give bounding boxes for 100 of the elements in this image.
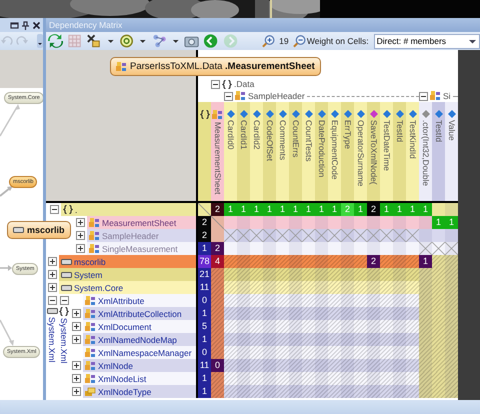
matrix-cell[interactable]: 2 <box>367 255 380 268</box>
matrix-cell[interactable] <box>276 372 289 385</box>
matrix-cell[interactable]: 0 <box>198 346 211 359</box>
matrix-cell[interactable] <box>289 216 302 229</box>
matrix-cell[interactable] <box>315 385 328 398</box>
column-header[interactable]: Value <box>445 102 458 201</box>
expander-icon[interactable] <box>60 296 68 305</box>
matrix-cell[interactable] <box>328 307 341 320</box>
matrix-cell[interactable] <box>419 216 432 229</box>
matrix-cell[interactable] <box>302 333 315 346</box>
matrix-cell[interactable] <box>419 333 432 346</box>
matrix-cell[interactable] <box>367 359 380 372</box>
weight-dropdown[interactable]: Direct: # members <box>374 34 480 48</box>
expander-icon[interactable] <box>48 283 57 292</box>
matrix-cell[interactable] <box>237 385 250 398</box>
column-header[interactable]: TestId <box>393 102 406 201</box>
matrix-cell[interactable] <box>393 372 406 385</box>
matrix-cell[interactable]: 1 <box>198 333 211 346</box>
matrix-cell[interactable] <box>341 255 354 268</box>
matrix-cell[interactable] <box>328 346 341 359</box>
matrix-cell[interactable] <box>367 372 380 385</box>
tree-item[interactable]: XmlNode <box>83 359 196 372</box>
matrix-cell[interactable] <box>367 294 380 307</box>
matrix-cell[interactable] <box>250 255 263 268</box>
matrix-cell[interactable] <box>419 385 432 398</box>
matrix-cell[interactable] <box>263 294 276 307</box>
matrix-cell[interactable] <box>406 216 419 229</box>
matrix-cell[interactable] <box>380 372 393 385</box>
expander-icon[interactable] <box>211 80 220 88</box>
matrix-cell[interactable] <box>224 294 237 307</box>
matrix-cell[interactable] <box>354 346 367 359</box>
matrix-cell[interactable] <box>224 333 237 346</box>
column-header[interactable]: CardId2 <box>250 102 263 201</box>
matrix-cell[interactable]: 5 <box>198 320 211 333</box>
matrix-cell[interactable] <box>328 255 341 268</box>
matrix-cell[interactable] <box>302 320 315 333</box>
matrix-cell[interactable] <box>419 307 432 320</box>
matrix-cell[interactable] <box>250 294 263 307</box>
matrix-cell[interactable] <box>445 294 458 307</box>
matrix-cell[interactable] <box>328 216 341 229</box>
matrix-cell[interactable] <box>419 346 432 359</box>
expander-icon[interactable] <box>72 309 81 318</box>
matrix-cell[interactable] <box>354 372 367 385</box>
matrix-cell[interactable] <box>432 333 445 346</box>
matrix-cell[interactable] <box>302 268 315 281</box>
matrix-cell[interactable] <box>393 268 406 281</box>
matrix-cell[interactable] <box>315 307 328 320</box>
matrix-cell[interactable] <box>393 320 406 333</box>
matrix-cell[interactable] <box>302 242 315 255</box>
matrix-cell[interactable] <box>380 346 393 359</box>
matrix-cell[interactable] <box>432 359 445 372</box>
matrix-cell[interactable] <box>289 294 302 307</box>
graph-icon[interactable] <box>152 33 167 49</box>
matrix-cell[interactable]: 2 <box>211 203 224 216</box>
matrix-cell[interactable] <box>445 385 458 398</box>
matrix-cell[interactable] <box>432 255 445 268</box>
matrix-cell[interactable] <box>419 268 432 281</box>
matrix-cell[interactable]: 11 <box>198 281 211 294</box>
matrix-cell[interactable] <box>367 385 380 398</box>
matrix-cell[interactable] <box>380 216 393 229</box>
matrix-cell[interactable] <box>341 385 354 398</box>
matrix-cell[interactable] <box>341 229 354 242</box>
matrix-cell[interactable] <box>367 268 380 281</box>
matrix-cell[interactable] <box>380 281 393 294</box>
matrix-cell[interactable] <box>406 294 419 307</box>
matrix-cell[interactable] <box>393 346 406 359</box>
expander-icon[interactable] <box>76 218 85 227</box>
matrix-cell[interactable]: 11 <box>198 359 211 372</box>
column-header[interactable]: DateProduction <box>315 102 328 201</box>
column-header[interactable]: TestDateTime <box>380 102 393 201</box>
matrix-cell[interactable] <box>289 242 302 255</box>
matrix-cell[interactable] <box>289 372 302 385</box>
tree-item[interactable]: XmlNamedNodeMap <box>83 333 196 346</box>
matrix-cell[interactable]: 2 <box>198 216 211 229</box>
column-header[interactable]: TestKindId <box>406 102 419 201</box>
column-header[interactable]: .ctor(Int32,Double <box>419 102 432 201</box>
matrix-cell[interactable] <box>367 216 380 229</box>
column-header[interactable]: EquipmentCode <box>328 102 341 201</box>
matrix-cell[interactable]: 2 <box>198 229 211 242</box>
matrix-cell[interactable] <box>341 216 354 229</box>
matrix-cell[interactable] <box>315 216 328 229</box>
matrix-cell[interactable] <box>354 255 367 268</box>
matrix-cell[interactable] <box>354 333 367 346</box>
matrix-cell[interactable] <box>406 255 419 268</box>
matrix-cell[interactable] <box>354 268 367 281</box>
matrix-cell[interactable]: 0 <box>198 294 211 307</box>
matrix-cell[interactable] <box>445 281 458 294</box>
matrix-cell[interactable] <box>315 268 328 281</box>
matrix-cell[interactable] <box>237 255 250 268</box>
matrix-cell[interactable] <box>302 372 315 385</box>
close-icon[interactable] <box>32 20 41 30</box>
matrix-cell[interactable] <box>250 333 263 346</box>
expander-icon[interactable] <box>72 335 81 344</box>
column-header[interactable]: MeasurementSheet <box>211 102 224 201</box>
overflow-icon[interactable] <box>37 34 43 48</box>
matrix-cell[interactable] <box>276 268 289 281</box>
matrix-cell[interactable] <box>367 307 380 320</box>
matrix-cell[interactable] <box>211 307 224 320</box>
matrix-cell[interactable] <box>315 372 328 385</box>
matrix-cell[interactable] <box>211 294 224 307</box>
